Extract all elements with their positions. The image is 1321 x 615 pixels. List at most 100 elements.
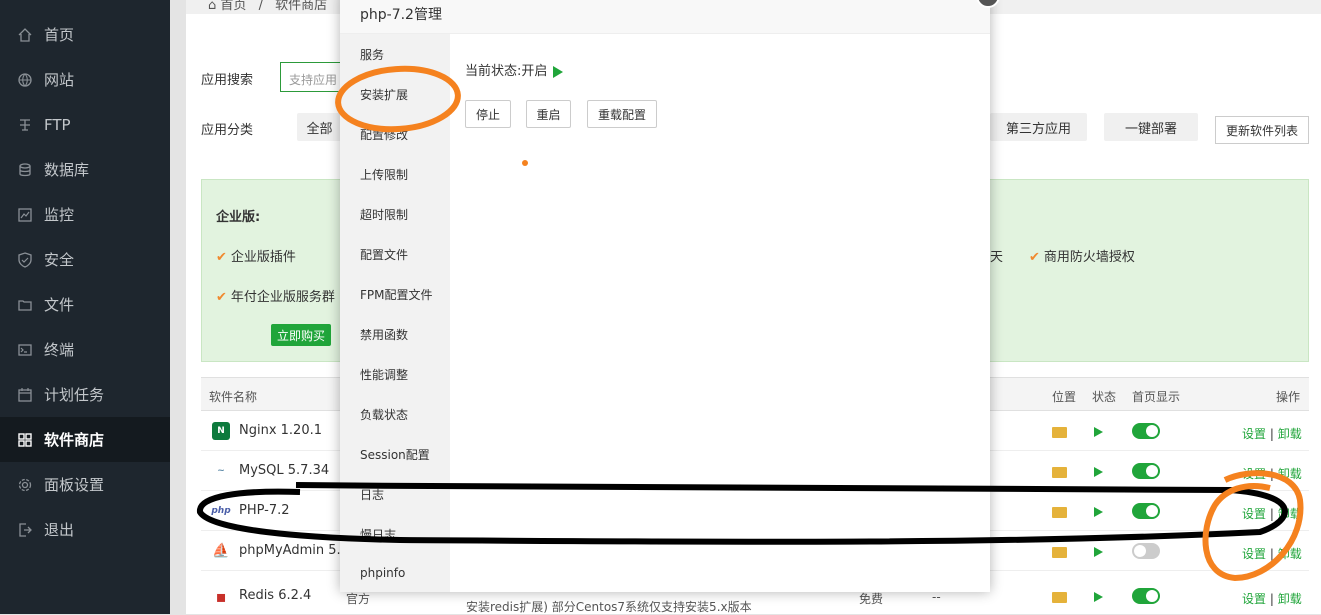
sidebar-item-files[interactable]: 文件 xyxy=(0,282,170,327)
home-icon xyxy=(17,27,33,43)
uninstall-link[interactable]: 卸载 xyxy=(1278,547,1302,561)
header-homepage: 首页显示 xyxy=(1132,390,1181,404)
play-icon[interactable] xyxy=(1094,467,1103,477)
search-label: 应用搜索 xyxy=(201,73,254,88)
feature-item: ✔ 商用防火墙授权 xyxy=(1029,246,1135,265)
sidebar-item-terminal[interactable]: 终端 xyxy=(0,327,170,372)
monitor-icon xyxy=(17,207,33,223)
settings-link[interactable]: 设置 xyxy=(1242,507,1266,521)
sidebar-item-label: 文件 xyxy=(44,296,75,314)
grid-icon xyxy=(17,432,33,448)
breadcrumb-current: 软件商店 xyxy=(275,0,328,13)
breadcrumb-text: ⌂ 首页 / 软件商店 xyxy=(208,0,327,13)
nav-session-config[interactable]: Session配置 xyxy=(360,446,430,463)
sidebar-item-label: 监控 xyxy=(44,206,75,224)
sidebar-item-ftp[interactable]: FTP xyxy=(0,102,170,147)
nav-service[interactable]: 服务 xyxy=(360,46,384,63)
restart-button[interactable]: 重启 xyxy=(526,100,571,128)
category-third-party-button[interactable]: 第三方应用 xyxy=(990,113,1087,141)
sidebar-item-store[interactable]: 软件商店 xyxy=(0,417,170,462)
feature-label: 天 xyxy=(990,250,1004,265)
folder-icon[interactable] xyxy=(1052,592,1067,603)
play-icon[interactable] xyxy=(1094,507,1103,517)
buy-now-button[interactable]: 立即购买 xyxy=(271,324,331,346)
sidebar-item-security[interactable]: 安全 xyxy=(0,237,170,282)
reload-config-button[interactable]: 重载配置 xyxy=(587,100,657,128)
php-icon: php xyxy=(211,506,231,516)
play-icon[interactable] xyxy=(1094,427,1103,437)
nav-load-status[interactable]: 负载状态 xyxy=(360,406,408,423)
sidebar-item-database[interactable]: 数据库 xyxy=(0,147,170,192)
settings-link[interactable]: 设置 xyxy=(1242,547,1266,561)
ftp-icon xyxy=(17,117,33,133)
play-icon[interactable] xyxy=(1094,592,1103,602)
header-ops: 操作 xyxy=(1276,390,1301,404)
folder-icon[interactable] xyxy=(1052,427,1067,438)
sidebar-item-website[interactable]: 网站 xyxy=(0,57,170,102)
folder-icon[interactable] xyxy=(1052,467,1067,478)
sidebar-item-label: 退出 xyxy=(44,521,75,539)
dialog-header: php-7.2管理 xyxy=(340,0,990,34)
category-all-button[interactable]: 全部 xyxy=(297,113,342,141)
nginx-icon: N xyxy=(212,422,230,440)
breadcrumb-home[interactable]: 首页 xyxy=(220,0,246,13)
uninstall-link[interactable]: 卸载 xyxy=(1278,592,1302,606)
sidebar-item-monitor[interactable]: 监控 xyxy=(0,192,170,237)
expire: -- xyxy=(932,590,941,604)
nav-install-extensions[interactable]: 安装扩展 xyxy=(360,86,408,103)
nav-disabled-functions[interactable]: 禁用函数 xyxy=(360,326,408,343)
feature-label: 商用防火墙授权 xyxy=(1043,250,1135,265)
feature-item: ✔ 年付企业版服务群 xyxy=(216,286,335,305)
homepage-toggle[interactable] xyxy=(1132,588,1160,604)
redis-icon: ▪ xyxy=(215,586,227,606)
settings-link[interactable]: 设置 xyxy=(1242,592,1266,606)
ops-separator: | xyxy=(1269,427,1274,441)
terminal-icon xyxy=(17,342,33,358)
home-icon: ⌂ xyxy=(208,0,217,13)
developer: 官方 xyxy=(346,592,371,606)
homepage-toggle[interactable] xyxy=(1132,543,1160,559)
stop-button[interactable]: 停止 xyxy=(465,100,511,128)
database-icon xyxy=(17,162,33,178)
refresh-list-button[interactable]: 更新软件列表 xyxy=(1215,116,1309,144)
header-name: 软件名称 xyxy=(209,390,258,404)
folder-icon[interactable] xyxy=(1052,547,1067,558)
shield-icon xyxy=(17,251,33,268)
sidebar-item-logout[interactable]: 退出 xyxy=(0,507,170,552)
folder-icon[interactable] xyxy=(1052,507,1067,518)
nav-phpinfo[interactable]: phpinfo xyxy=(360,566,405,580)
uninstall-link[interactable]: 卸载 xyxy=(1278,467,1302,481)
nav-fpm-config[interactable]: FPM配置文件 xyxy=(360,286,433,303)
settings-link[interactable]: 设置 xyxy=(1242,427,1266,441)
uninstall-link[interactable]: 卸载 xyxy=(1278,507,1302,521)
nav-log[interactable]: 日志 xyxy=(360,486,384,503)
uninstall-link[interactable]: 卸载 xyxy=(1278,427,1302,441)
software-description: 安装redis扩展) 部分Centos7系统仅支持安装5.x版本 xyxy=(466,600,752,614)
header-location: 位置 xyxy=(1052,390,1077,404)
nav-timeout-limit[interactable]: 超时限制 xyxy=(360,206,408,223)
sidebar-item-label: 面板设置 xyxy=(44,476,105,494)
nav-performance[interactable]: 性能调整 xyxy=(360,366,408,383)
gear-icon xyxy=(17,477,33,493)
homepage-toggle[interactable] xyxy=(1132,423,1160,439)
ops-links: 设置 | 卸载 xyxy=(1242,425,1302,442)
category-label: 应用分类 xyxy=(201,123,254,138)
sidebar-item-home[interactable]: 首页 xyxy=(0,12,170,57)
play-icon xyxy=(553,65,564,78)
settings-link[interactable]: 设置 xyxy=(1242,467,1266,481)
sidebar-item-cron[interactable]: 计划任务 xyxy=(0,372,170,417)
nav-config-file[interactable]: 配置文件 xyxy=(360,246,408,263)
homepage-toggle[interactable] xyxy=(1132,503,1160,519)
play-icon[interactable] xyxy=(1094,547,1103,557)
nav-config-edit[interactable]: 配置修改 xyxy=(360,126,408,143)
dialog-title: php-7.2管理 xyxy=(360,7,442,23)
mysql-icon: ~ xyxy=(217,466,225,476)
homepage-toggle[interactable] xyxy=(1132,463,1160,479)
sidebar-item-settings[interactable]: 面板设置 xyxy=(0,462,170,507)
sidebar-item-label: 数据库 xyxy=(44,161,90,179)
category-one-click-button[interactable]: 一键部署 xyxy=(1104,113,1198,141)
nav-slow-log[interactable]: 慢日志 xyxy=(360,526,396,543)
ops-links: 设置 | 卸载 xyxy=(1242,505,1302,522)
sidebar-item-label: 计划任务 xyxy=(44,386,105,404)
nav-upload-limit[interactable]: 上传限制 xyxy=(360,166,408,183)
